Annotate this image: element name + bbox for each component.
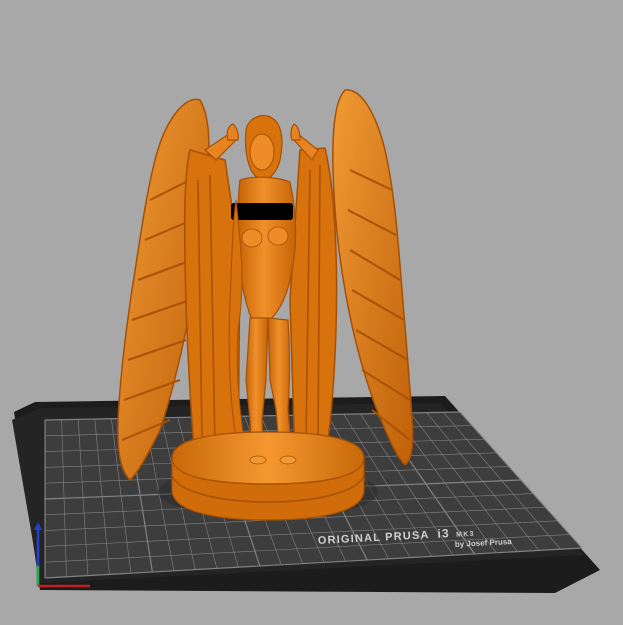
right-foot: [279, 455, 297, 465]
3d-viewport[interactable]: ORIGINAL PRUSA i3 MK3 by Josef Prusa: [0, 0, 623, 625]
torso-detail-right: [267, 226, 289, 246]
bed-brand-version: MK3: [456, 531, 475, 539]
face: [249, 133, 275, 171]
censor-bar: [231, 203, 293, 220]
base-top: [171, 431, 365, 485]
bed-brand-model: i3: [437, 526, 450, 541]
viewport-canvas[interactable]: ORIGINAL PRUSA i3 MK3 by Josef Prusa: [0, 0, 623, 625]
right-robe: [289, 147, 338, 461]
left-foot: [249, 455, 267, 465]
torso-detail-left: [241, 228, 263, 248]
